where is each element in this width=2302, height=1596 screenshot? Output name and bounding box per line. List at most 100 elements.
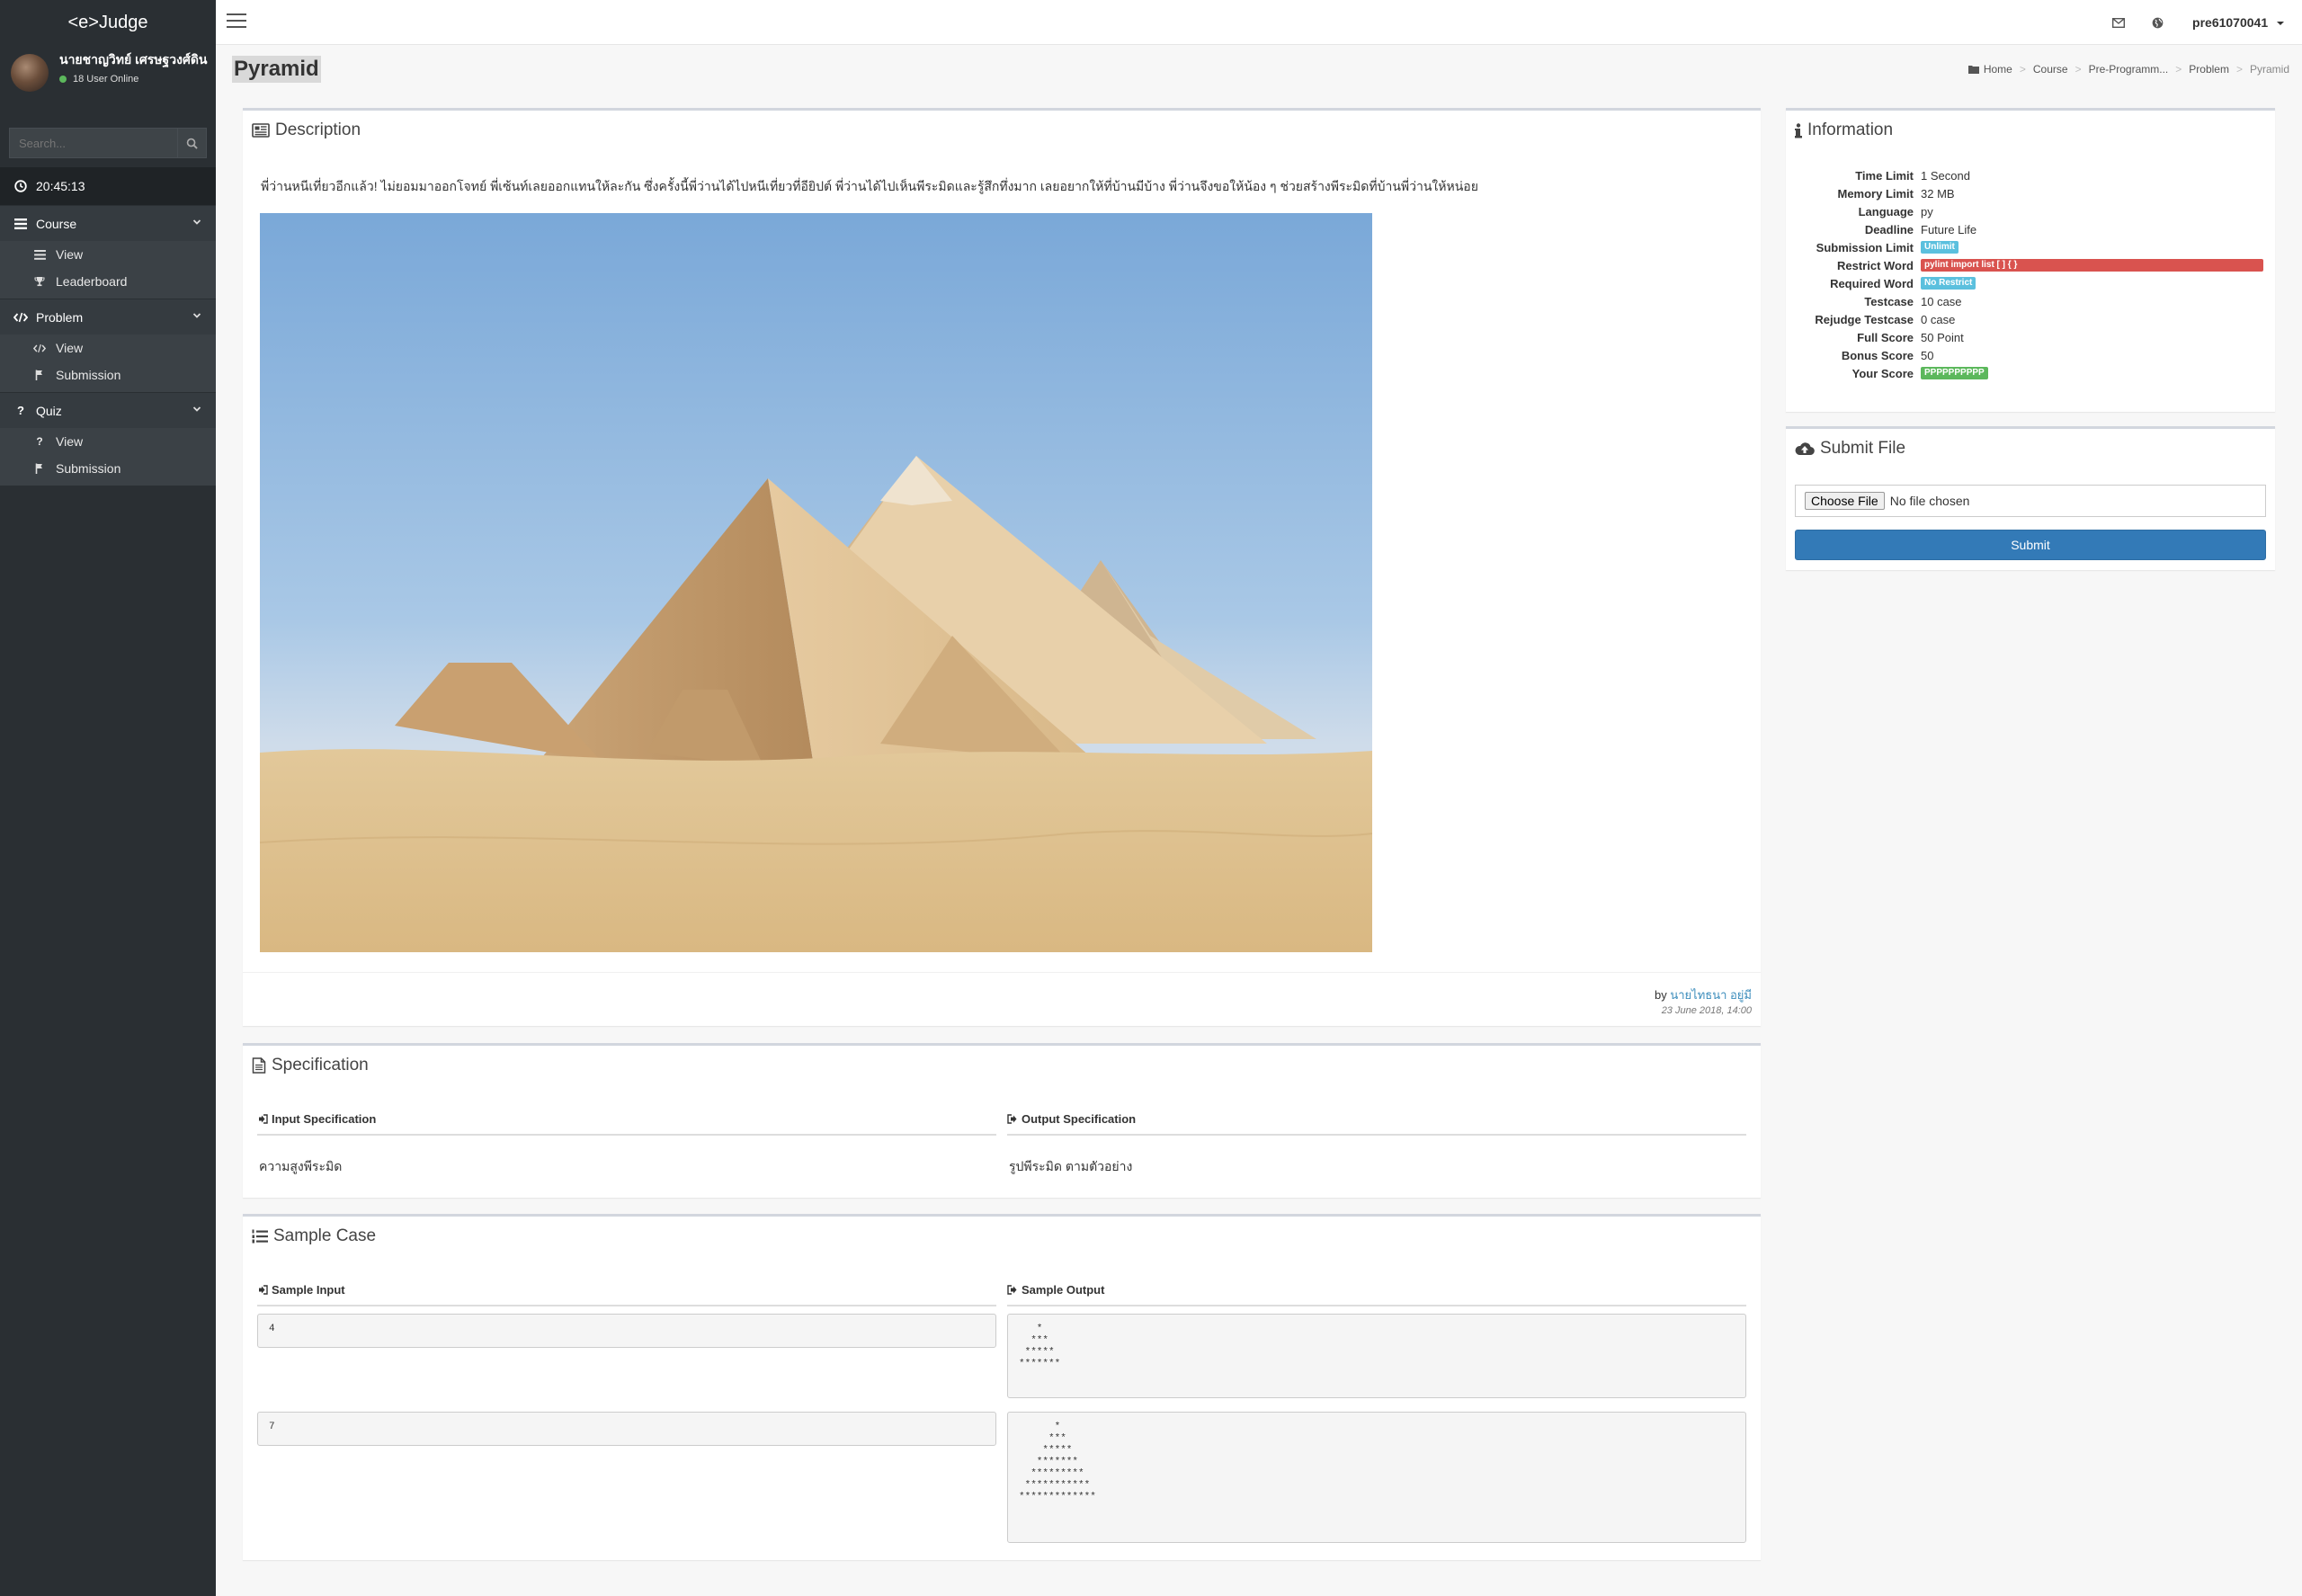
brand-logo[interactable]: <e>Judge: [0, 0, 216, 45]
breadcrumb-home[interactable]: Home: [1984, 63, 2012, 76]
sidebar-item-course-view[interactable]: View: [0, 241, 216, 268]
nav-group-course: Course View Leaderboard: [0, 205, 216, 299]
info-row-required-word: Required Word No Restrict: [1797, 274, 2263, 292]
sample-input-cell: 7: [252, 1412, 1002, 1543]
info-value: Future Life: [1921, 222, 1977, 236]
chevron-down-icon: [192, 406, 201, 412]
search-icon: [186, 138, 198, 149]
flag-icon: [32, 463, 47, 474]
panel-title-text: Specification: [272, 1056, 369, 1074]
chevron-down-icon: [192, 313, 201, 318]
info-row-memory-limit: Memory Limit 32 MB: [1797, 184, 2263, 202]
info-row-your-score: Your Score PPPPPPPPPP: [1797, 364, 2263, 382]
breadcrumb-current: Pyramid: [2249, 63, 2289, 76]
status-badge: PPPPPPPPPP: [1921, 367, 1988, 379]
hamburger-bar: [227, 26, 246, 28]
info-value: 32 MB: [1921, 186, 1955, 201]
sample-input-label: Sample Input: [272, 1282, 345, 1297]
sample-output-box[interactable]: * *** ***** ******* ********* **********…: [1007, 1412, 1746, 1543]
sidebar-item-problem-submission[interactable]: Submission: [0, 361, 216, 392]
search-input[interactable]: [10, 129, 177, 157]
globe-icon: [2152, 17, 2164, 28]
panel-title-text: Description: [275, 120, 361, 139]
submit-file-title: Submit File: [1786, 429, 2275, 468]
panel-title-text: Submit File: [1820, 439, 1906, 458]
sample-case-panel: Sample Case Sample Input Sample Output 4…: [243, 1214, 1761, 1560]
breadcrumb-separator: >: [2235, 63, 2243, 76]
description-panel: Description พี่ว่านหนีเที่ยวอีกแล้ว! ไม่…: [243, 108, 1761, 1026]
question-icon: ?: [17, 404, 24, 417]
code-icon: [13, 312, 29, 323]
output-spec-column: Output Specification รูปพีระมิด ตามตัวอย…: [1002, 1103, 1752, 1177]
sidebar-item-quiz-view[interactable]: ? View: [0, 428, 216, 455]
user-panel: นายชาญวิทย์ เศรษฐวงศ์ดิน 18 User Online: [0, 45, 216, 117]
clock-time: 20:45:13: [36, 179, 85, 193]
sidebar-item-quiz-submission[interactable]: Submission: [0, 455, 216, 486]
language-button[interactable]: [2152, 17, 2164, 29]
problem-description-text: พี่ว่านหนีเที่ยวอีกแล้ว! ไม่ยอมมาออกโจทย…: [261, 179, 1478, 193]
sample-output-cell: * *** ***** *******: [1002, 1314, 1752, 1398]
description-title: Description: [243, 111, 1761, 150]
nav-head-problem[interactable]: Problem: [0, 299, 216, 334]
list-icon: [13, 218, 29, 229]
sample-case-row: 7 * *** ***** ******* ********* ********…: [252, 1412, 1752, 1543]
info-row-deadline: Deadline Future Life: [1797, 220, 2263, 238]
sample-output-cell: * *** ***** ******* ********* **********…: [1002, 1412, 1752, 1543]
info-label: Bonus Score: [1841, 348, 1914, 362]
breadcrumb: Home > Course > Pre-Programm... > Proble…: [1967, 63, 2289, 76]
output-spec-label: Output Specification: [1022, 1111, 1137, 1126]
search-button[interactable]: [177, 129, 206, 157]
info-value: py: [1921, 204, 1933, 218]
by-prefix: by: [1655, 988, 1667, 1002]
breadcrumb-course-name[interactable]: Pre-Programm...: [2089, 63, 2169, 76]
status-badge: No Restrict: [1921, 277, 1976, 290]
user-name: นายชาญวิทย์ เศรษฐวงศ์ดิน: [59, 52, 208, 67]
sample-input-box[interactable]: 4: [257, 1314, 996, 1348]
info-label: Time Limit: [1855, 168, 1914, 183]
breadcrumb-separator: >: [2175, 63, 2182, 76]
messages-button[interactable]: [2112, 17, 2126, 28]
submit-button[interactable]: Submit: [1795, 530, 2266, 560]
sample-headers: Sample Input Sample Output: [252, 1274, 1752, 1306]
sample-output-box[interactable]: * *** ***** *******: [1007, 1314, 1746, 1398]
sidebar-item-problem-view[interactable]: View: [0, 334, 216, 361]
sample-output-header: Sample Output: [1007, 1274, 1746, 1306]
sidebar-item-label: View: [56, 341, 84, 355]
post-date: 23 June 2018, 14:00: [1661, 1005, 1752, 1016]
nav-head-quiz[interactable]: ? Quiz: [0, 392, 216, 428]
list-icon: [32, 249, 47, 260]
sample-output-column: Sample Output: [1002, 1274, 1752, 1306]
sidebar-item-label: View: [56, 247, 84, 262]
author-link[interactable]: นายไทธนา อยู่มี: [1670, 988, 1752, 1002]
sample-input-cell: 4: [252, 1314, 1002, 1398]
breadcrumb-problem[interactable]: Problem: [2189, 63, 2229, 76]
trophy-icon: [32, 276, 47, 287]
question-icon: ?: [36, 435, 43, 448]
navbar-right: pre61070041: [2085, 0, 2284, 45]
nav-head-course[interactable]: Course: [0, 205, 216, 241]
online-status: 18 User Online: [59, 74, 212, 85]
description-footer: by นายไทธนา อยู่มี 23 June 2018, 14:00: [243, 972, 1761, 1016]
sidebar-item-leaderboard[interactable]: Leaderboard: [0, 268, 216, 299]
avatar: [11, 54, 49, 92]
nav-head-label: Quiz: [36, 403, 62, 418]
hamburger-bar: [227, 20, 246, 22]
info-label: Required Word: [1830, 276, 1914, 290]
sidebar-toggle-button[interactable]: [227, 13, 246, 30]
choose-file-button[interactable]: Choose File: [1805, 492, 1885, 510]
sample-case-title: Sample Case: [243, 1217, 1761, 1256]
file-input[interactable]: Choose File No file chosen: [1795, 485, 2266, 517]
clock-icon: [14, 180, 27, 192]
status-badge: pylint import list [ ] { }: [1921, 259, 2263, 272]
user-menu[interactable]: pre61070041: [2192, 15, 2284, 30]
specification-title: Specification: [243, 1046, 1761, 1085]
breadcrumb-course[interactable]: Course: [2033, 63, 2068, 76]
information-table: Time Limit 1 Second Memory Limit 32 MB Lan…: [1797, 166, 2263, 382]
sample-input-box[interactable]: 7: [257, 1412, 996, 1446]
info-row-testcase: Testcase 10 case: [1797, 292, 2263, 310]
info-value: 10 case: [1921, 294, 1962, 308]
nav-group-quiz: ? Quiz ? View Submission: [0, 392, 216, 486]
sign-in-icon: [259, 1284, 268, 1295]
breadcrumb-separator: >: [2074, 63, 2082, 76]
info-label: Your Score: [1851, 366, 1914, 380]
